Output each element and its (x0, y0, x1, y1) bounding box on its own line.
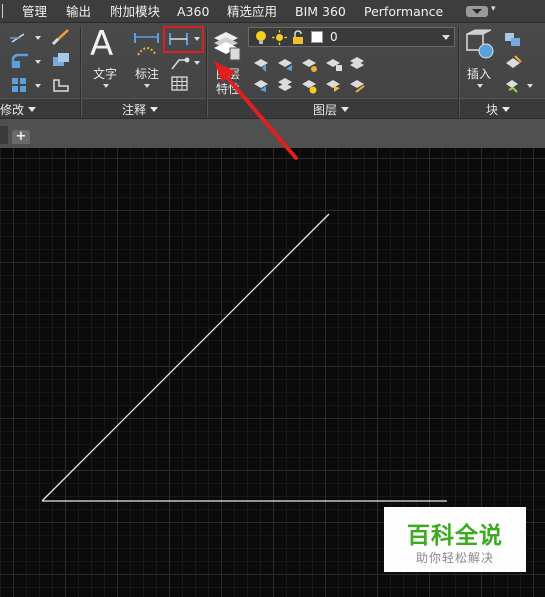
menu-manage[interactable]: 管理 (22, 4, 47, 19)
panel-divider (80, 27, 81, 117)
menu-performance[interactable]: Performance (364, 4, 443, 19)
block-panel-title[interactable]: 块 (486, 101, 511, 118)
insert-block-label[interactable]: 插入 (467, 65, 491, 82)
layer-tools-row-1[interactable] (252, 55, 372, 73)
bulb-icon[interactable] (254, 30, 268, 45)
dimension-tool-label[interactable]: 标注 (135, 65, 159, 82)
ribbon-minimize-button[interactable] (466, 6, 488, 17)
fillet-dropdown-icon[interactable] (35, 60, 41, 64)
layers-panel-title[interactable]: 图层 (313, 101, 350, 118)
insert-dropdown-icon[interactable] (477, 84, 483, 88)
layer-dropdown[interactable]: 0 (248, 27, 455, 47)
text-tool-icon[interactable]: A (90, 25, 113, 63)
table-tool-icon[interactable] (171, 76, 189, 92)
layer-color-swatch[interactable] (311, 31, 323, 43)
annotation-panel-title[interactable]: 注释 (122, 101, 159, 118)
dimension-dropdown-icon[interactable] (144, 84, 150, 88)
panel-divider (458, 27, 459, 117)
unlock-icon[interactable] (291, 30, 305, 45)
layer-properties-icon[interactable] (212, 28, 242, 62)
edit-block-icon[interactable] (503, 53, 523, 71)
watermark-title: 百科全说 (407, 523, 503, 549)
watermark-badge: 百科全说 助你轻松解决 (384, 507, 526, 572)
layer-tools-row-2[interactable] (252, 76, 372, 94)
leader-dropdown-icon[interactable] (194, 61, 200, 65)
panel-divider (206, 27, 207, 117)
block-attribute-dropdown-icon[interactable] (527, 84, 533, 88)
document-tab-strip: + (0, 118, 545, 148)
block-attribute-icon[interactable] (503, 76, 523, 94)
current-layer-name: 0 (330, 30, 338, 44)
text-tool-label[interactable]: 文字 (93, 65, 117, 82)
dimension-tool-icon[interactable] (132, 29, 162, 59)
line-tool-dropdown-icon[interactable] (35, 36, 41, 40)
menu-addins[interactable]: 附加模块 (110, 4, 160, 19)
leader-tool-icon[interactable] (169, 55, 191, 71)
fillet-tool-icon[interactable] (10, 52, 32, 70)
menu-bar: 管理 输出 附加模块 A360 精选应用 BIM 360 Performance… (0, 0, 545, 23)
create-block-icon[interactable] (503, 30, 523, 48)
trim-tool-icon[interactable] (50, 27, 72, 47)
modify-panel-title[interactable]: 修改 (0, 101, 37, 118)
panel-title-bar (0, 98, 545, 118)
sun-icon[interactable] (272, 30, 287, 45)
ribbon-options-arrow-icon[interactable]: ▾ (491, 4, 496, 14)
new-drawing-tab-button[interactable]: + (12, 130, 30, 144)
menu-a360[interactable]: A360 (177, 4, 209, 19)
watermark-subtitle: 助你轻松解决 (415, 551, 494, 565)
array-dropdown-icon[interactable] (35, 84, 41, 88)
menu-featured-apps[interactable]: 精选应用 (227, 4, 277, 19)
layer-dropdown-arrow-icon[interactable] (442, 35, 450, 40)
array-tool-icon[interactable] (10, 76, 32, 94)
offset-tool-icon[interactable] (51, 76, 71, 94)
menu-separator (2, 4, 3, 18)
layer-properties-label-2[interactable]: 特性 (216, 80, 240, 97)
copy-tool-icon[interactable] (51, 51, 71, 69)
menu-bim360[interactable]: BIM 360 (295, 4, 346, 19)
text-tool-dropdown-icon[interactable] (103, 84, 109, 88)
insert-block-icon[interactable] (464, 29, 494, 61)
menu-output[interactable]: 输出 (66, 4, 91, 19)
linear-dimension-highlight (163, 26, 204, 53)
tab-strip-edge (0, 126, 8, 144)
